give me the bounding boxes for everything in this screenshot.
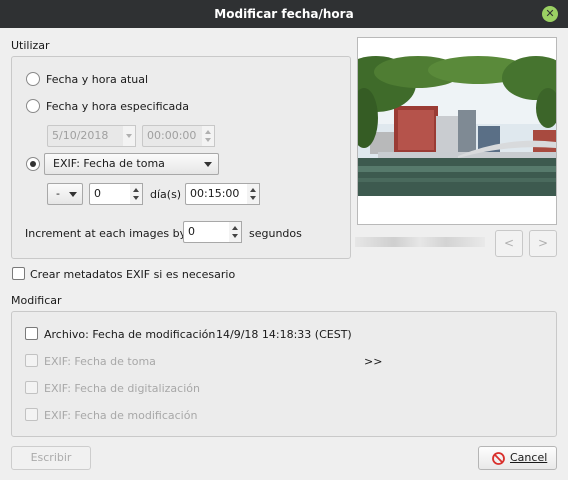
- spin-up-icon: [205, 130, 211, 134]
- image-preview: [336, 37, 568, 225]
- close-button[interactable]: ✕: [542, 6, 558, 22]
- offset-sign-dropdown[interactable]: -: [47, 183, 83, 205]
- offset-time-value: 00:15:00: [185, 183, 248, 205]
- days-spin-buttons[interactable]: [130, 183, 143, 205]
- create-exif-label: Crear metadatos EXIF si es necesario: [30, 268, 236, 281]
- exif-taken-label: EXIF: Fecha de toma: [44, 355, 156, 368]
- chevron-down-icon: [126, 134, 132, 138]
- preview-filename-bar: [355, 237, 485, 247]
- offset-sign-value: -: [56, 187, 60, 200]
- specified-date-picker[interactable]: 5/10/2018: [47, 125, 136, 147]
- create-exif-checkbox[interactable]: [12, 267, 25, 280]
- radio-specified-label: Fecha y hora especificada: [46, 100, 190, 113]
- use-section-label: Utilizar: [11, 39, 50, 52]
- exif-taken-checkbox[interactable]: [25, 354, 38, 367]
- spin-down-icon: [205, 138, 211, 142]
- increment-spinner[interactable]: 0: [183, 221, 242, 243]
- radio-current-datetime[interactable]: [26, 72, 40, 86]
- write-button-label: Escribir: [30, 451, 72, 464]
- cancel-icon: [492, 452, 505, 465]
- window-title: Modificar fecha/hora: [214, 7, 354, 21]
- exif-digitized-label: EXIF: Fecha de digitalización: [44, 382, 200, 395]
- exif-source-selected: EXIF: Fecha de toma: [53, 157, 165, 170]
- increment-label: Increment at each images by: [25, 227, 187, 240]
- offset-days-spinner[interactable]: 0: [89, 183, 143, 205]
- cancel-button[interactable]: Cancel: [478, 446, 557, 470]
- file-modified-label: Archivo: Fecha de modificación: [44, 328, 216, 341]
- time-spin-buttons[interactable]: [202, 125, 215, 147]
- spin-up-icon: [232, 226, 238, 230]
- chevron-down-icon: [69, 192, 77, 197]
- spin-down-icon: [133, 196, 139, 200]
- time-offset-spin-buttons[interactable]: [247, 183, 260, 205]
- specified-time-value: 00:00:00: [142, 125, 203, 147]
- increment-spin-buttons[interactable]: [229, 221, 242, 243]
- specified-date-value: 5/10/2018: [47, 125, 124, 147]
- date-dropdown-button[interactable]: [123, 125, 136, 147]
- chevron-down-icon: [204, 162, 212, 167]
- file-modified-checkbox[interactable]: [25, 327, 38, 340]
- offset-time-spinner[interactable]: 00:15:00: [185, 183, 260, 205]
- spin-down-icon: [250, 196, 256, 200]
- radio-exif-source[interactable]: [26, 157, 40, 171]
- radio-current-label: Fecha y hora atual: [46, 73, 149, 86]
- spin-down-icon: [232, 234, 238, 238]
- exif-digitized-checkbox[interactable]: [25, 381, 38, 394]
- exif-source-dropdown[interactable]: EXIF: Fecha de toma: [44, 153, 219, 175]
- write-button[interactable]: Escribir: [11, 446, 91, 470]
- radio-specified-datetime[interactable]: [26, 99, 40, 113]
- next-icon: >: [537, 236, 549, 250]
- cancel-button-label: Cancel: [510, 451, 548, 464]
- modify-section-label: Modificar: [11, 294, 62, 307]
- next-image-button[interactable]: >: [529, 230, 557, 257]
- previous-image-button[interactable]: <: [495, 230, 523, 257]
- exif-taken-arrows: >>: [364, 355, 383, 368]
- seconds-label: segundos: [249, 227, 302, 240]
- spin-up-icon: [133, 188, 139, 192]
- spin-up-icon: [250, 188, 256, 192]
- exif-modified-checkbox[interactable]: [25, 408, 38, 421]
- close-icon: ✕: [545, 7, 555, 20]
- file-modified-value: 14/9/18 14:18:33 (CEST): [216, 328, 352, 341]
- exif-modified-label: EXIF: Fecha de modificación: [44, 409, 198, 422]
- preview-photo: [336, 38, 568, 224]
- offset-days-value: 0: [89, 183, 131, 205]
- specified-time-spinner[interactable]: 00:00:00: [142, 125, 215, 147]
- days-label: día(s): [150, 188, 182, 201]
- increment-value: 0: [183, 221, 230, 243]
- previous-icon: <: [503, 236, 515, 250]
- title-bar: Modificar fecha/hora ✕: [0, 0, 568, 28]
